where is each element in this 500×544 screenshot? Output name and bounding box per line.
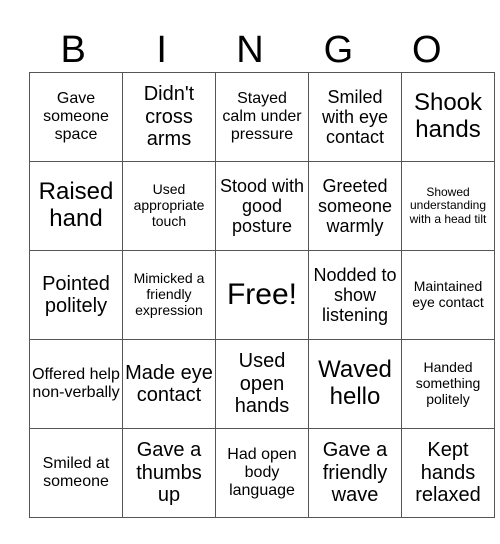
header-letter-g: G bbox=[323, 29, 354, 71]
bingo-header: B I N G O bbox=[29, 28, 471, 72]
header-letter-n: N bbox=[236, 29, 264, 71]
header-letter-i: I bbox=[156, 29, 167, 71]
bingo-cell[interactable]: Showed understanding with a head tilt bbox=[401, 161, 495, 251]
bingo-cell[interactable]: Stood with good posture bbox=[215, 161, 309, 251]
bingo-cell[interactable]: Shook hands bbox=[401, 72, 495, 162]
bingo-cell[interactable]: Handed something politely bbox=[401, 339, 495, 429]
header-letter-b: B bbox=[60, 29, 86, 71]
bingo-cell[interactable]: Raised hand bbox=[29, 161, 123, 251]
bingo-cell[interactable]: Mimicked a friendly expression bbox=[122, 250, 216, 340]
grid-row: Pointed politely Mimicked a friendly exp… bbox=[29, 250, 495, 340]
bingo-cell[interactable]: Had open body language bbox=[215, 428, 309, 518]
bingo-cell[interactable]: Greeted someone warmly bbox=[308, 161, 402, 251]
bingo-cell[interactable]: Kept hands relaxed bbox=[401, 428, 495, 518]
grid-row: Smiled at someone Gave a thumbs up Had o… bbox=[29, 428, 495, 518]
free-cell[interactable]: Free! bbox=[215, 250, 309, 340]
bingo-cell[interactable]: Gave a thumbs up bbox=[122, 428, 216, 518]
grid-row: Offered help non-verbally Made eye conta… bbox=[29, 339, 495, 429]
bingo-cell[interactable]: Offered help non-verbally bbox=[29, 339, 123, 429]
bingo-cell[interactable]: Didn't cross arms bbox=[122, 72, 216, 162]
bingo-cell[interactable]: Used appropriate touch bbox=[122, 161, 216, 251]
bingo-cell[interactable]: Made eye contact bbox=[122, 339, 216, 429]
bingo-cell[interactable]: Pointed politely bbox=[29, 250, 123, 340]
bingo-cell[interactable]: Used open hands bbox=[215, 339, 309, 429]
bingo-cell[interactable]: Gave someone space bbox=[29, 72, 123, 162]
bingo-cell[interactable]: Smiled with eye contact bbox=[308, 72, 402, 162]
grid-row: Gave someone space Didn't cross arms Sta… bbox=[29, 72, 495, 162]
bingo-cell[interactable]: Maintained eye contact bbox=[401, 250, 495, 340]
bingo-cell[interactable]: Waved hello bbox=[308, 339, 402, 429]
grid-row: Raised hand Used appropriate touch Stood… bbox=[29, 161, 495, 251]
bingo-cell[interactable]: Stayed calm under pressure bbox=[215, 72, 309, 162]
bingo-cell[interactable]: Gave a friendly wave bbox=[308, 428, 402, 518]
bingo-grid: Gave someone space Didn't cross arms Sta… bbox=[29, 72, 495, 518]
bingo-cell[interactable]: Smiled at someone bbox=[29, 428, 123, 518]
header-letter-o: O bbox=[412, 29, 442, 71]
bingo-cell[interactable]: Nodded to show listening bbox=[308, 250, 402, 340]
